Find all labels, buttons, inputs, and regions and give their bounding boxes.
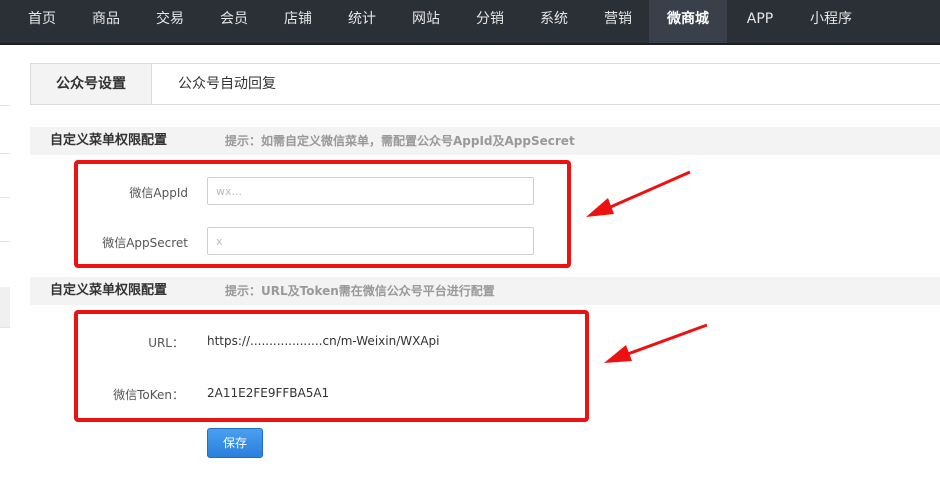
arrow-icon	[586, 170, 691, 217]
arrow-icon	[604, 323, 708, 363]
annotation-arrows	[586, 170, 708, 363]
